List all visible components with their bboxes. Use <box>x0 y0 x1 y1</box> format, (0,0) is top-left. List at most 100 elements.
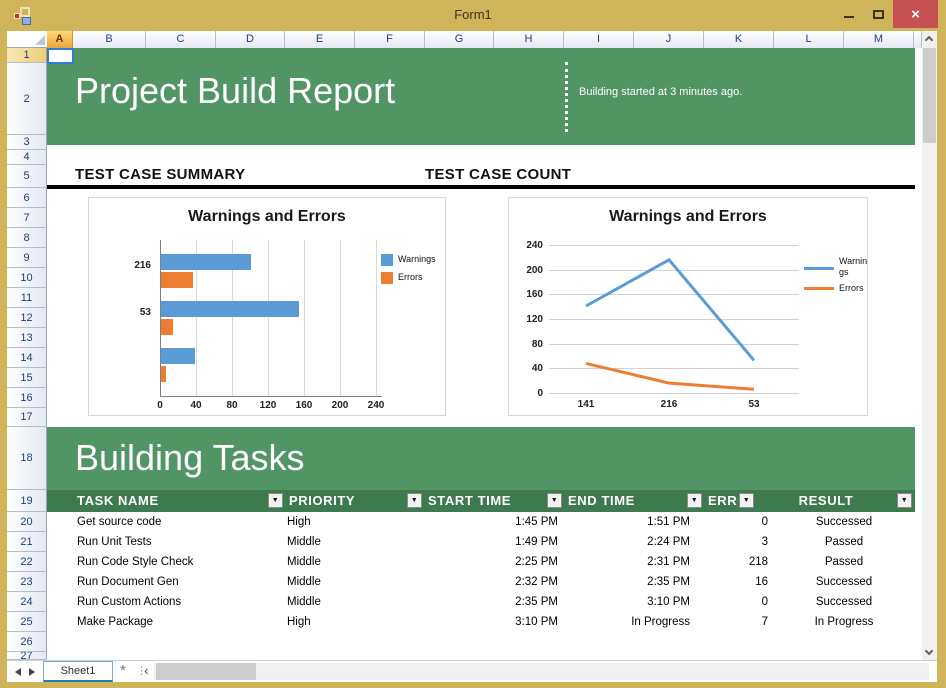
row-header-24[interactable]: 24 <box>7 592 47 612</box>
cell-task-name[interactable]: Make Package <box>73 612 285 632</box>
cell-end-time[interactable]: In Progress <box>564 612 704 632</box>
row-header-11[interactable]: 11 <box>7 288 47 308</box>
cell-spacer[interactable] <box>47 512 73 532</box>
cell-end-time[interactable]: 2:31 PM <box>564 552 704 572</box>
cell-priority[interactable]: Middle <box>285 592 424 612</box>
sheet-tab[interactable]: Sheet1 <box>43 661 113 682</box>
row-header-18[interactable]: 18 <box>7 427 47 490</box>
cell-errors[interactable]: 16 <box>704 572 774 592</box>
filter-dropdown-icon[interactable]: ▼ <box>268 493 283 508</box>
row-header-9[interactable]: 9 <box>7 248 47 268</box>
vertical-scrollbar-thumb[interactable] <box>923 48 936 143</box>
add-sheet-icon[interactable]: * <box>120 662 126 679</box>
filter-dropdown-icon[interactable]: ▼ <box>687 493 702 508</box>
cell-errors[interactable]: 218 <box>704 552 774 572</box>
row-header-26[interactable]: 26 <box>7 632 47 652</box>
line-chart[interactable]: Warnings and Errors 0 40 80 120 160 200 240 141 2… <box>508 197 868 416</box>
close-button[interactable]: × <box>893 0 938 28</box>
cell-task-name[interactable]: Run Code Style Check <box>73 552 285 572</box>
bar-chart[interactable]: Warnings and Errors 0 40 80 120 160 200 240 216 5… <box>88 197 446 416</box>
row-header-25[interactable]: 25 <box>7 612 47 632</box>
prev-sheet-icon[interactable] <box>15 668 21 676</box>
cell-priority[interactable]: Middle <box>285 572 424 592</box>
cell-priority[interactable]: High <box>285 612 424 632</box>
cell-task-name[interactable]: Run Document Gen <box>73 572 285 592</box>
cell-result[interactable]: Successed <box>774 572 914 592</box>
cell-end-time[interactable]: 3:10 PM <box>564 592 704 612</box>
cell-start-time[interactable]: 2:25 PM <box>424 552 564 572</box>
row-header-27[interactable]: 27 <box>7 652 47 660</box>
cell-spacer[interactable] <box>47 532 73 552</box>
filter-dropdown-icon[interactable]: ▼ <box>547 493 562 508</box>
cell-start-time[interactable]: 2:32 PM <box>424 572 564 592</box>
active-cell-a1[interactable] <box>47 48 74 64</box>
row-header-16[interactable]: 16 <box>7 388 47 408</box>
column-header-B[interactable]: B <box>73 31 146 48</box>
cell-errors[interactable]: 7 <box>704 612 774 632</box>
cell-result[interactable]: Successed <box>774 592 914 612</box>
cell-errors[interactable]: 0 <box>704 512 774 532</box>
cell-task-name[interactable]: Run Custom Actions <box>73 592 285 612</box>
row-header-3[interactable]: 3 <box>7 135 47 150</box>
horizontal-scrollbar[interactable] <box>154 663 929 680</box>
horizontal-scrollbar-thumb[interactable] <box>156 663 256 680</box>
filter-dropdown-icon[interactable]: ▼ <box>897 493 912 508</box>
cell-result[interactable]: In Progress <box>774 612 914 632</box>
row-header-5[interactable]: 5 <box>7 165 47 188</box>
filter-dropdown-icon[interactable]: ▼ <box>739 493 754 508</box>
filter-dropdown-icon[interactable]: ▼ <box>407 493 422 508</box>
row-header-1[interactable]: 1 <box>7 48 47 63</box>
row-header-15[interactable]: 15 <box>7 368 47 388</box>
cell-result[interactable]: Passed <box>774 532 914 552</box>
column-header-A[interactable]: A <box>47 31 73 48</box>
cell-start-time[interactable]: 1:45 PM <box>424 512 564 532</box>
row-header-10[interactable]: 10 <box>7 268 47 288</box>
scroll-up-icon[interactable] <box>924 35 934 45</box>
column-header-J[interactable]: J <box>634 31 704 48</box>
column-header-C[interactable]: C <box>146 31 216 48</box>
column-header-H[interactable]: H <box>494 31 564 48</box>
cell-start-time[interactable]: 1:49 PM <box>424 532 564 552</box>
row-header-19[interactable]: 19 <box>7 490 47 512</box>
cell-end-time[interactable]: 1:51 PM <box>564 512 704 532</box>
select-all-corner[interactable] <box>7 31 47 47</box>
cell-priority[interactable]: Middle <box>285 532 424 552</box>
next-sheet-icon[interactable] <box>29 668 35 676</box>
row-header-6[interactable]: 6 <box>7 188 47 208</box>
column-header-D[interactable]: D <box>216 31 285 48</box>
row-header-20[interactable]: 20 <box>7 512 47 532</box>
row-header-23[interactable]: 23 <box>7 572 47 592</box>
cell-errors[interactable]: 3 <box>704 532 774 552</box>
scroll-down-icon[interactable] <box>924 646 934 656</box>
row-header-13[interactable]: 13 <box>7 328 47 348</box>
cell-task-name[interactable]: Run Unit Tests <box>73 532 285 552</box>
row-header-21[interactable]: 21 <box>7 532 47 552</box>
cell-errors[interactable]: 0 <box>704 592 774 612</box>
column-header-G[interactable]: G <box>425 31 494 48</box>
column-header-M[interactable]: M <box>844 31 914 48</box>
column-header-L[interactable]: L <box>774 31 844 48</box>
row-header-4[interactable]: 4 <box>7 150 47 165</box>
cell-result[interactable]: Passed <box>774 552 914 572</box>
cell-end-time[interactable]: 2:35 PM <box>564 572 704 592</box>
minimize-button[interactable] <box>834 0 864 28</box>
row-header-12[interactable]: 12 <box>7 308 47 328</box>
cell-spacer[interactable] <box>47 552 73 572</box>
column-header-I[interactable]: I <box>564 31 634 48</box>
cell-start-time[interactable]: 2:35 PM <box>424 592 564 612</box>
cell-spacer[interactable] <box>47 612 73 632</box>
cell-priority[interactable]: Middle <box>285 552 424 572</box>
row-header-17[interactable]: 17 <box>7 408 47 427</box>
cell-end-time[interactable]: 2:24 PM <box>564 532 704 552</box>
maximize-button[interactable] <box>864 0 893 28</box>
column-header-E[interactable]: E <box>285 31 355 48</box>
column-header-F[interactable]: F <box>355 31 425 48</box>
cell-result[interactable]: Successed <box>774 512 914 532</box>
column-header-K[interactable]: K <box>704 31 774 48</box>
row-header-22[interactable]: 22 <box>7 552 47 572</box>
cell-spacer[interactable] <box>47 592 73 612</box>
cell-task-name[interactable]: Get source code <box>73 512 285 532</box>
vertical-scrollbar[interactable] <box>922 31 937 660</box>
row-header-14[interactable]: 14 <box>7 348 47 368</box>
cell-spacer[interactable] <box>47 572 73 592</box>
